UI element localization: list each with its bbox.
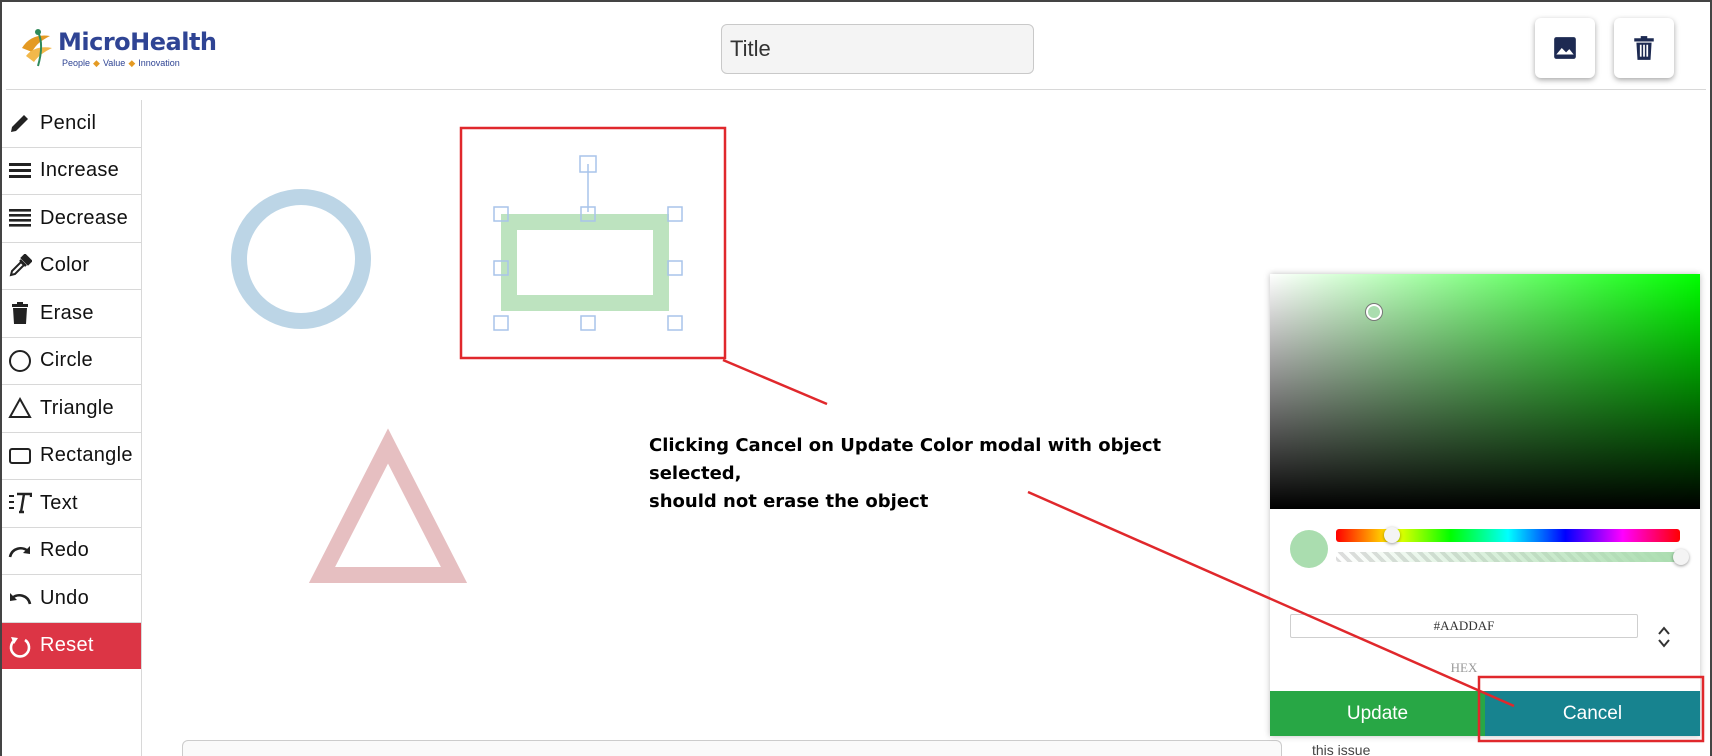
rectangle-icon xyxy=(9,447,31,464)
annotation-line-1: Clicking Cancel on Update Color modal wi… xyxy=(649,435,1162,484)
hex-input[interactable] xyxy=(1290,614,1638,638)
alpha-slider-handle[interactable] xyxy=(1673,549,1689,565)
cancel-button[interactable]: Cancel xyxy=(1485,691,1700,736)
image-icon xyxy=(1554,37,1576,59)
redo-icon xyxy=(8,545,30,558)
pencil-icon xyxy=(11,115,28,133)
drawn-triangle[interactable] xyxy=(308,428,468,583)
tool-decrease[interactable]: Decrease xyxy=(0,195,141,243)
lines-increase-icon xyxy=(9,162,31,178)
tool-label: Erase xyxy=(40,301,94,324)
tool-label: Circle xyxy=(40,349,93,372)
tool-sidebar: Pencil Increase Decrease Color Erase Cir… xyxy=(0,100,142,756)
saturation-area[interactable] xyxy=(1270,274,1700,509)
logo-wordmark: MicroHealth xyxy=(58,28,217,56)
header: MicroHealth People ◆ Value ◆ Innovation xyxy=(0,0,1712,90)
triangle-icon xyxy=(8,397,32,419)
tool-label: Triangle xyxy=(40,396,114,419)
undo-icon xyxy=(10,593,32,605)
tool-label: Reset xyxy=(40,634,94,656)
tool-undo[interactable]: Undo xyxy=(0,575,141,623)
circle-icon xyxy=(9,349,31,372)
format-toggle-icon[interactable] xyxy=(1654,622,1674,652)
trash-icon xyxy=(1634,36,1654,60)
title-input[interactable] xyxy=(721,24,1034,74)
tool-triangle[interactable]: Triangle xyxy=(0,385,141,433)
delete-drawing-button[interactable] xyxy=(1614,18,1674,78)
background-panel xyxy=(182,740,1282,756)
annotation-line-2: should not erase the object xyxy=(649,491,929,512)
logo-tagline: People ◆ Value ◆ Innovation xyxy=(62,58,180,68)
trash-icon xyxy=(12,302,28,325)
tool-label: Pencil xyxy=(40,111,97,134)
tool-label: Increase xyxy=(40,159,120,182)
tool-rectangle[interactable]: Rectangle xyxy=(0,432,141,480)
hue-slider-handle[interactable] xyxy=(1384,527,1400,543)
annotation-callout: Clicking Cancel on Update Color modal wi… xyxy=(649,432,1249,516)
tool-redo[interactable]: Redo xyxy=(0,527,141,575)
reset-icon xyxy=(9,636,31,658)
tool-label: Undo xyxy=(40,586,90,609)
tool-pencil[interactable]: Pencil xyxy=(0,100,141,148)
tool-increase[interactable]: Increase xyxy=(0,147,141,195)
saturation-handle[interactable] xyxy=(1366,304,1382,320)
tool-erase[interactable]: Erase xyxy=(0,290,141,338)
tool-label: Text xyxy=(40,491,78,514)
color-preview-swatch xyxy=(1290,530,1328,568)
background-text: this issue xyxy=(1312,742,1371,756)
insert-image-button[interactable] xyxy=(1535,18,1595,78)
tool-text[interactable]: Text xyxy=(0,480,141,528)
update-button[interactable]: Update xyxy=(1270,691,1485,736)
update-color-modal: HEX Update Cancel xyxy=(1270,274,1700,736)
drawn-circle[interactable] xyxy=(231,189,371,329)
eyedropper-icon xyxy=(9,253,32,277)
header-divider xyxy=(6,89,1706,90)
logo-mark-icon xyxy=(22,29,52,67)
drawn-rectangle[interactable] xyxy=(501,214,669,311)
text-icon xyxy=(9,493,32,514)
tool-circle[interactable]: Circle xyxy=(0,337,141,385)
hex-format-label: HEX xyxy=(1450,660,1478,675)
lines-decrease-icon xyxy=(9,209,31,227)
alpha-slider[interactable] xyxy=(1336,552,1680,562)
tool-label: Redo xyxy=(40,539,90,562)
tool-label: Rectangle xyxy=(40,444,133,467)
tool-label: Color xyxy=(40,254,90,277)
microhealth-logo: MicroHealth People ◆ Value ◆ Innovation xyxy=(16,26,217,70)
tool-label: Decrease xyxy=(40,206,128,229)
tool-reset[interactable]: Reset xyxy=(0,622,141,669)
tool-color[interactable]: Color xyxy=(0,242,141,290)
